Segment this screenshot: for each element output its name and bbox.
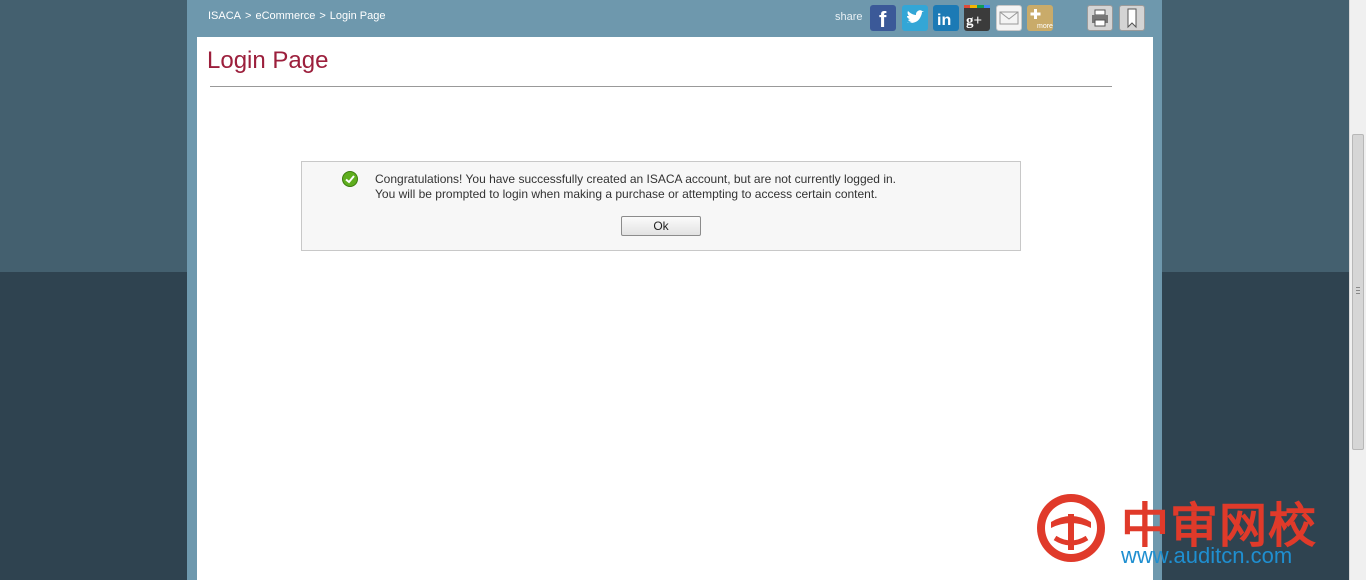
success-check-icon	[342, 171, 358, 187]
watermark: 中审网校 www.auditcn.com	[1035, 488, 1335, 568]
google-plus-icon[interactable]: g+	[964, 5, 990, 31]
facebook-icon[interactable]: f	[870, 5, 896, 31]
message-line-2: You will be prompted to login when makin…	[375, 187, 878, 201]
print-icon[interactable]	[1087, 5, 1113, 31]
watermark-url: www.auditcn.com	[1121, 543, 1293, 568]
vertical-scrollbar[interactable]	[1349, 0, 1366, 580]
bookmark-icon[interactable]	[1119, 5, 1145, 31]
email-icon[interactable]	[996, 5, 1022, 31]
breadcrumb-separator: >	[245, 10, 252, 22]
breadcrumb-item-isaca[interactable]: ISACA	[208, 10, 241, 22]
more-label: more	[1037, 23, 1053, 30]
breadcrumb-item-login-page: Login Page	[329, 10, 386, 22]
message-box: Congratulations! You have successfully c…	[301, 161, 1021, 251]
page-frame: ISACA > eCommerce > Login Page share f i…	[187, 0, 1162, 580]
svg-text:in: in	[937, 12, 951, 29]
message-line-1: Congratulations! You have successfully c…	[375, 172, 896, 186]
linkedin-icon[interactable]: in	[933, 5, 959, 31]
scrollbar-thumb[interactable]	[1352, 134, 1364, 450]
ok-button[interactable]: Ok	[621, 216, 701, 236]
title-divider	[210, 86, 1112, 87]
breadcrumb-separator: >	[319, 10, 326, 22]
scrollbar-grip	[1356, 287, 1360, 288]
watermark-logo-icon	[1037, 494, 1105, 562]
svg-text:g+: g+	[966, 13, 982, 29]
breadcrumb: ISACA > eCommerce > Login Page	[208, 10, 385, 22]
share-label: share	[835, 11, 863, 23]
svg-text:f: f	[879, 7, 887, 31]
breadcrumb-item-ecommerce[interactable]: eCommerce	[255, 10, 315, 22]
more-icon[interactable]: more	[1027, 5, 1053, 31]
content-panel: Login Page Congratulations! You have suc…	[197, 37, 1153, 580]
twitter-icon[interactable]	[902, 5, 928, 31]
page-title: Login Page	[207, 47, 329, 74]
